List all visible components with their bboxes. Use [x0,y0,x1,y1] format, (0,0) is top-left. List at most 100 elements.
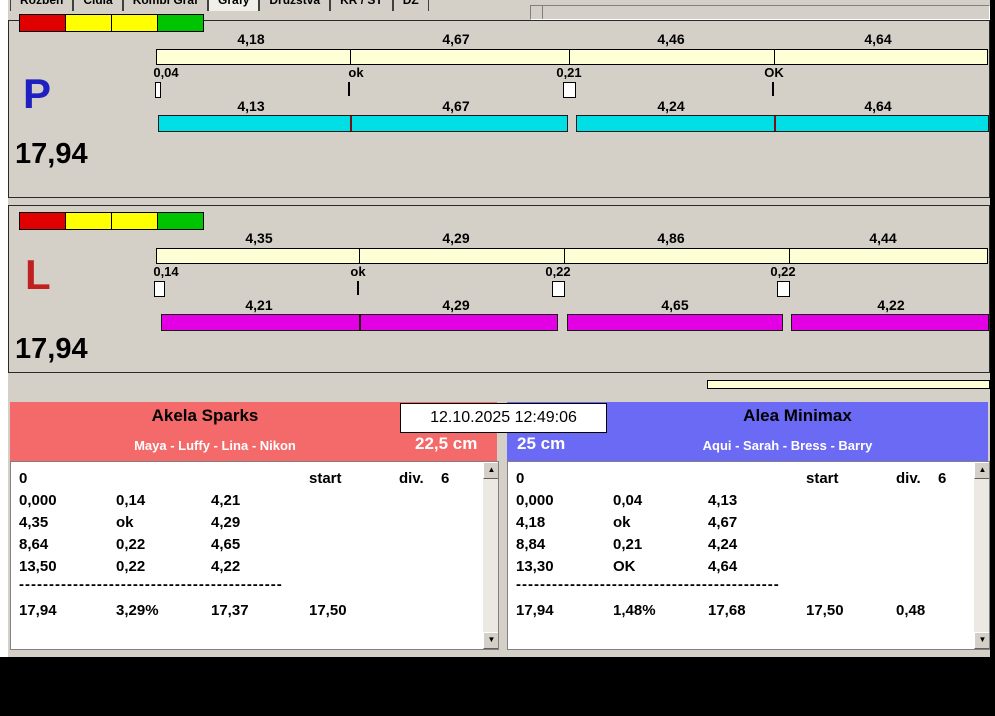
p-bottom-split-3: 4,24 [641,98,701,114]
panel-l: 4,35 4,29 4,86 4,44 0,14 ok 0,22 0,22 4,… [8,205,990,373]
header-div-label: div. [399,470,424,487]
p-change-4: OK [752,65,796,80]
scroll-up-icon[interactable]: ▲ [974,462,990,479]
table-cell: 0,04 [613,492,642,509]
table-separator: ----------------------------------------… [516,576,780,593]
panel-p-letter: P [23,73,51,115]
p-run-bar-segment-1 [158,115,568,132]
p-run-tick-1 [350,116,352,131]
l-top-split-4: 4,44 [853,230,913,246]
team-right-height: 25 cm [517,434,597,454]
legend-green-swatch [158,14,204,32]
p-bottom-split-1: 4,13 [221,98,281,114]
p-reference-bar [156,49,988,65]
p-top-split-3: 4,46 [641,31,701,47]
l-ref-tick-1 [359,249,360,263]
top-scrollbar-thumb[interactable] [531,6,543,19]
tab-strip: Rozběh Čidla Kombi Graf Grafy Družstva K… [2,0,527,11]
tab-druzstva[interactable]: Družstva [259,0,330,11]
header-div-value: 6 [938,470,946,487]
table-cell: 0,21 [613,536,642,553]
l-mark-2 [357,281,359,295]
left-table-scrollbar[interactable]: ▲ ▼ [483,462,498,649]
p-mark-2 [348,82,350,96]
l-bottom-split-3: 4,65 [645,297,705,313]
l-run-tick-1 [359,315,361,330]
p-change-3: 0,21 [547,65,591,80]
l-run-bar-segment-3 [791,314,989,331]
team-right-name: Alea Minimax [607,406,988,426]
l-bottom-split-2: 4,29 [426,297,486,313]
tab-cidla[interactable]: Čidla [73,0,122,11]
p-run-tick-2 [774,116,776,131]
p-top-split-1: 4,18 [221,31,281,47]
table-cell: ok [613,514,631,531]
p-mark-3 [563,82,576,98]
l-reference-bar [156,248,988,264]
legend-yellow-swatch [66,14,112,32]
legend-red-swatch [19,14,66,32]
total-net: 17,37 [211,602,249,619]
tab-grafy[interactable]: Grafy [208,0,259,11]
table-cell: 13,50 [19,558,57,575]
tab-dz[interactable]: DZ [393,0,429,11]
total-net: 17,68 [708,602,746,619]
team-left-members: Maya - Luffy - Lina - Nikon [10,438,420,453]
top-horizontal-scrollbar[interactable] [530,5,990,20]
table-cell: 8,84 [516,536,545,553]
table-cell: 0,000 [19,492,57,509]
table-separator: ----------------------------------------… [19,576,283,593]
total-time: 17,94 [516,602,554,619]
app-screen: Rozběh Čidla Kombi Graf Grafy Družstva K… [0,0,995,716]
progress-strip [707,380,990,389]
header-start: start [309,470,342,487]
l-change-2: ok [336,264,380,279]
team-left-results-table: 0 start div. 6 0,000 0,14 4,21 4,35 ok 4… [10,461,499,650]
total-diff: 0,48 [896,602,925,619]
header-div-value: 6 [441,470,449,487]
table-cell: 4,13 [708,492,737,509]
table-cell: 8,64 [19,536,48,553]
tab-kr-st[interactable]: KR / ST [330,0,393,11]
p-bottom-split-2: 4,67 [426,98,486,114]
legend-yellow-swatch [66,212,112,230]
tab-rozbeh[interactable]: Rozběh [10,0,73,11]
panel-p-total-time: 17,94 [15,139,88,169]
l-change-3: 0,22 [536,264,580,279]
status-legend-p [19,14,204,32]
scroll-up-icon[interactable]: ▲ [483,462,499,479]
scroll-down-icon[interactable]: ▼ [483,632,499,649]
l-change-4: 0,22 [761,264,805,279]
p-ref-tick-3 [774,50,775,64]
tab-row: Rozběh Čidla Kombi Graf Grafy Družstva K… [10,0,429,11]
p-top-split-4: 4,64 [848,31,908,47]
legend-red-swatch [19,212,66,230]
l-bottom-split-1: 4,21 [229,297,289,313]
tab-kombi-graf[interactable]: Kombi Graf [123,0,208,11]
table-cell: 0,22 [116,536,145,553]
team-left-height: 22,5 cm [415,434,495,454]
total-percent: 3,29% [116,602,159,619]
p-mark-1 [155,82,161,98]
table-cell: 4,24 [708,536,737,553]
table-cell: 4,64 [708,558,737,575]
table-cell: 0,22 [116,558,145,575]
team-right-results-table: 0 start div. 6 0,000 0,04 4,13 4,18 ok 4… [507,461,990,650]
total-ref: 17,50 [309,602,347,619]
panel-l-total-time: 17,94 [15,334,88,364]
l-run-bar-segment-2 [567,314,783,331]
table-cell: 4,29 [211,514,240,531]
header-start: start [806,470,839,487]
scroll-down-icon[interactable]: ▼ [974,632,990,649]
p-ref-tick-1 [350,50,351,64]
p-ref-tick-2 [569,50,570,64]
l-mark-1 [154,281,165,297]
legend-yellow2-swatch [112,14,158,32]
l-top-split-3: 4,86 [641,230,701,246]
l-bottom-split-4: 4,22 [861,297,921,313]
l-mark-4 [777,281,790,297]
right-table-scrollbar[interactable]: ▲ ▼ [974,462,989,649]
table-cell: ok [116,514,134,531]
p-run-bar-segment-2 [576,115,989,132]
table-cell: 4,21 [211,492,240,509]
